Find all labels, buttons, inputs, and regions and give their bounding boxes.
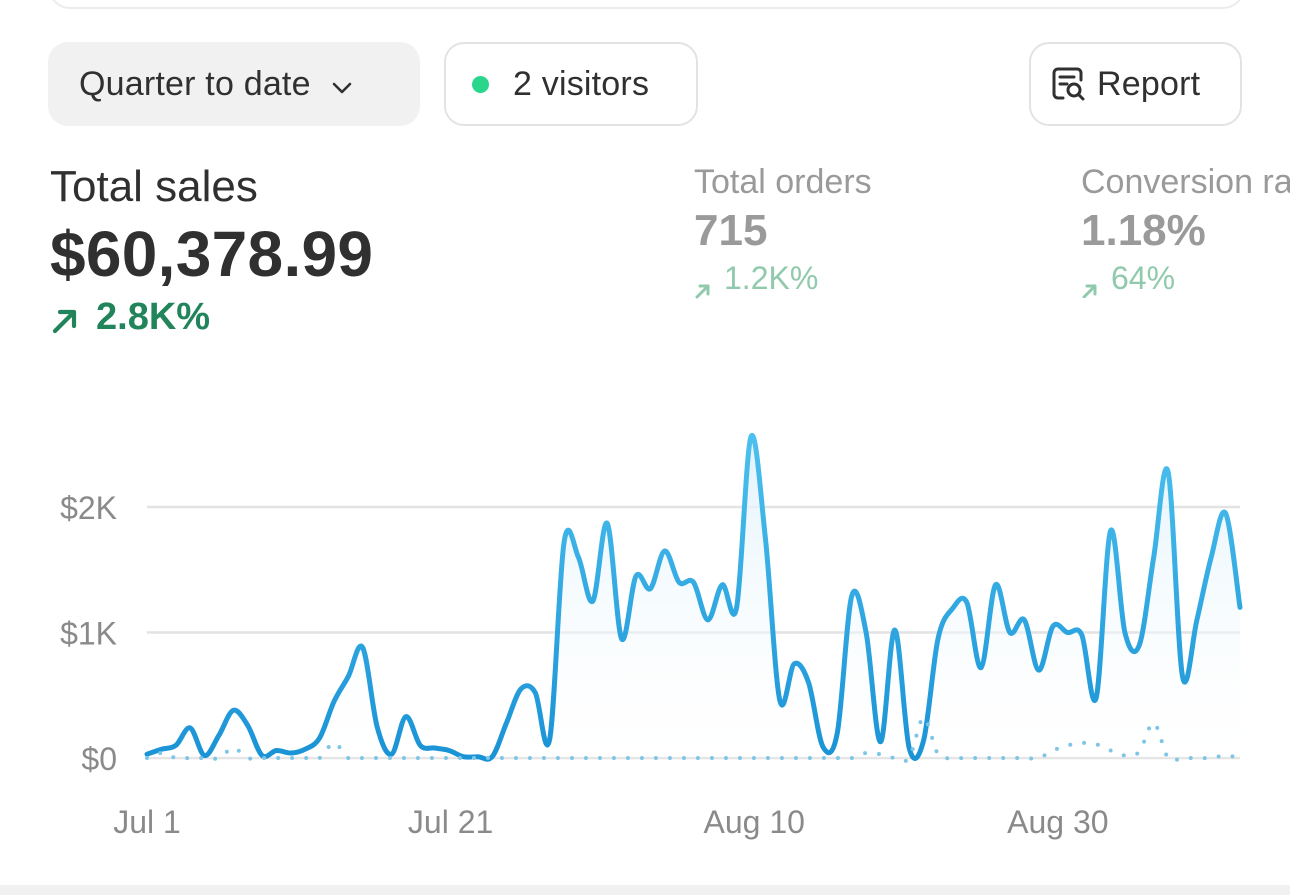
arrow-up-right-icon — [50, 303, 80, 333]
conversion-rate-change: 64% — [1081, 258, 1290, 298]
visitors-label: 2 visitors — [513, 64, 650, 103]
sales-chart[interactable]: $0 $1K $2K Jul 1 Jul 21 Aug 10 Aug 30 — [0, 400, 1290, 880]
arrow-up-right-icon — [694, 269, 712, 299]
conversion-rate-value: 1.18% — [1081, 206, 1206, 255]
x-tick-label: Aug 30 — [1007, 804, 1108, 840]
x-tick-label: Aug 10 — [704, 804, 805, 840]
conversion-rate-metric[interactable]: Conversion rate 1.18% 64% — [1081, 160, 1290, 298]
y-tick-label: $1K — [60, 616, 117, 652]
live-dot-icon — [472, 75, 489, 93]
report-button[interactable]: Report — [1029, 42, 1242, 126]
total-orders-label: Total orders — [694, 163, 872, 201]
bottom-divider — [0, 885, 1290, 895]
total-orders-change-value: 1.2K% — [724, 260, 819, 296]
x-tick-label: Jul 1 — [113, 804, 181, 840]
chevron-down-icon — [329, 71, 355, 97]
total-orders-change: 1.2K% — [694, 258, 872, 299]
date-range-label: Quarter to date — [79, 64, 311, 103]
conversion-rate-label: Conversion rate — [1081, 163, 1290, 201]
y-tick-label: $0 — [81, 741, 117, 777]
total-sales-change: 2.8K% — [50, 296, 373, 339]
x-tick-label: Jul 21 — [408, 804, 493, 840]
date-range-dropdown[interactable]: Quarter to date — [48, 42, 420, 126]
conversion-rate-change-value: 64% — [1111, 260, 1176, 296]
total-sales-metric[interactable]: Total sales $60,378.99 2.8K% — [50, 160, 373, 339]
report-search-icon — [1050, 65, 1088, 103]
total-sales-label: Total sales — [50, 162, 258, 211]
top-card-edge — [48, 0, 1245, 9]
total-sales-change-value: 2.8K% — [96, 296, 211, 338]
total-sales-value: $60,378.99 — [50, 218, 374, 290]
total-orders-value: 715 — [694, 206, 768, 255]
arrow-up-right-icon — [1081, 269, 1099, 298]
sales-area-fill — [147, 435, 1240, 760]
y-tick-label: $2K — [60, 490, 117, 526]
total-orders-metric[interactable]: Total orders 715 1.2K% — [694, 160, 872, 299]
report-label: Report — [1097, 64, 1201, 103]
live-visitors-button[interactable]: 2 visitors — [444, 42, 698, 126]
